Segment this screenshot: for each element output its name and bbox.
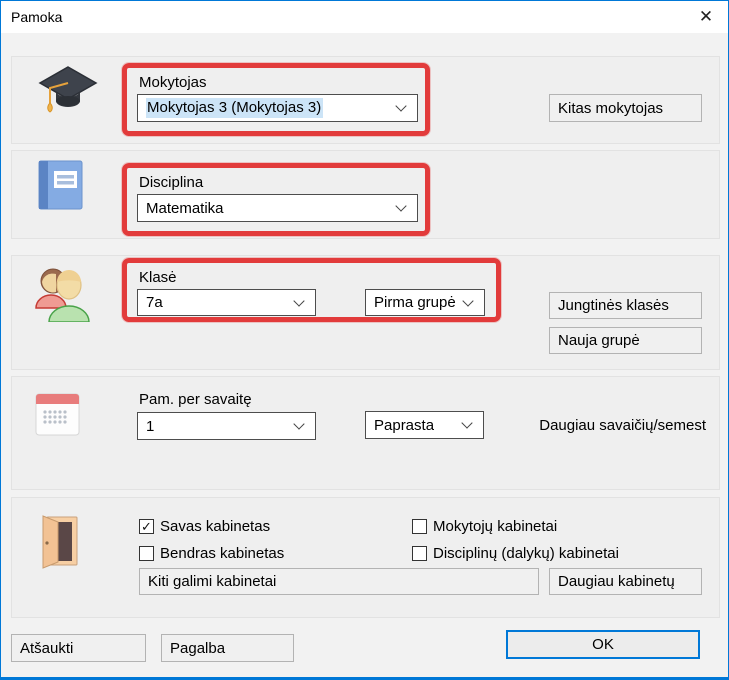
title-bar: Pamoka xyxy=(1,1,728,33)
chevron-down-icon xyxy=(293,295,304,306)
teacher-label: Mokytojas xyxy=(139,74,207,91)
other-rooms-button[interactable]: Kiti galimi kabinetai xyxy=(139,568,539,595)
chevron-down-icon xyxy=(395,100,406,111)
checkmark-icon: ✓ xyxy=(141,520,152,533)
own-room-checkbox[interactable]: ✓ Savas kabinetas xyxy=(139,518,270,535)
subject-section: Disciplina Matematika xyxy=(11,150,720,239)
chevron-down-icon xyxy=(293,418,304,429)
lesson-dialog: Pamoka ✕ Mokytojas Mokytojas 3 (Mokytoja… xyxy=(0,0,729,680)
teacher-rooms-checkbox[interactable]: Mokytojų kabinetai xyxy=(412,518,557,535)
rooms-section: ✓ Savas kabinetas Bendras kabinetas Moky… xyxy=(11,497,720,618)
teacher-dropdown-value: Mokytojas 3 (Mokytojas 3) xyxy=(146,98,323,118)
group-dropdown-value: Pirma grupė xyxy=(374,294,456,311)
subject-dropdown-value: Matematika xyxy=(146,200,224,217)
dialog-title: Pamoka xyxy=(1,9,62,25)
chevron-down-icon xyxy=(462,295,473,306)
checkbox-box xyxy=(139,546,154,561)
subject-dropdown[interactable]: Matematika xyxy=(137,194,418,222)
help-button[interactable]: Pagalba xyxy=(161,634,294,662)
students-icon xyxy=(32,266,96,327)
new-group-button[interactable]: Nauja grupė xyxy=(549,327,702,354)
checkbox-label: Bendras kabinetas xyxy=(160,545,284,562)
subject-label: Disciplina xyxy=(139,174,203,191)
weekly-count-value: 1 xyxy=(146,418,154,435)
chevron-down-icon xyxy=(395,200,406,211)
lesson-type-dropdown[interactable]: Paprasta xyxy=(365,411,484,439)
class-dropdown-value: 7a xyxy=(146,294,163,311)
weekly-section: Pam. per savaitę 1 Paprasta Daugiau sava… xyxy=(11,376,720,490)
group-dropdown[interactable]: Pirma grupė xyxy=(365,289,485,316)
checkbox-box: ✓ xyxy=(139,519,154,534)
more-weeks-link[interactable]: Daugiau savaičių/semest xyxy=(539,417,706,434)
cancel-button[interactable]: Atšaukti xyxy=(11,634,146,662)
teacher-section: Mokytojas Mokytojas 3 (Mokytojas 3) Kita… xyxy=(11,56,720,144)
book-icon xyxy=(37,159,84,216)
class-dropdown[interactable]: 7a xyxy=(137,289,316,316)
teacher-dropdown[interactable]: Mokytojas 3 (Mokytojas 3) xyxy=(137,94,418,122)
class-section: Klasė 7a Pirma grupė Jungtinės klasės Na… xyxy=(11,255,720,370)
checkbox-label: Mokytojų kabinetai xyxy=(433,518,557,535)
lesson-type-value: Paprasta xyxy=(374,417,434,434)
other-teacher-button[interactable]: Kitas mokytojas xyxy=(549,94,702,122)
weekly-count-dropdown[interactable]: 1 xyxy=(137,412,316,440)
close-icon[interactable]: ✕ xyxy=(684,1,728,32)
calendar-icon xyxy=(34,391,81,443)
checkbox-box xyxy=(412,519,427,534)
graduation-cap-icon xyxy=(37,65,99,122)
class-label: Klasė xyxy=(139,269,177,286)
joint-classes-button[interactable]: Jungtinės klasės xyxy=(549,292,702,319)
chevron-down-icon xyxy=(461,417,472,428)
weekly-label: Pam. per savaitę xyxy=(139,391,252,408)
ok-button[interactable]: OK xyxy=(506,630,700,659)
shared-room-checkbox[interactable]: Bendras kabinetas xyxy=(139,545,284,562)
subject-rooms-checkbox[interactable]: Disciplinų (dalykų) kabinetai xyxy=(412,545,619,562)
checkbox-box xyxy=(412,546,427,561)
checkbox-label: Disciplinų (dalykų) kabinetai xyxy=(433,545,619,562)
door-icon xyxy=(37,515,81,574)
more-rooms-button[interactable]: Daugiau kabinetų xyxy=(549,568,702,595)
checkbox-label: Savas kabinetas xyxy=(160,518,270,535)
